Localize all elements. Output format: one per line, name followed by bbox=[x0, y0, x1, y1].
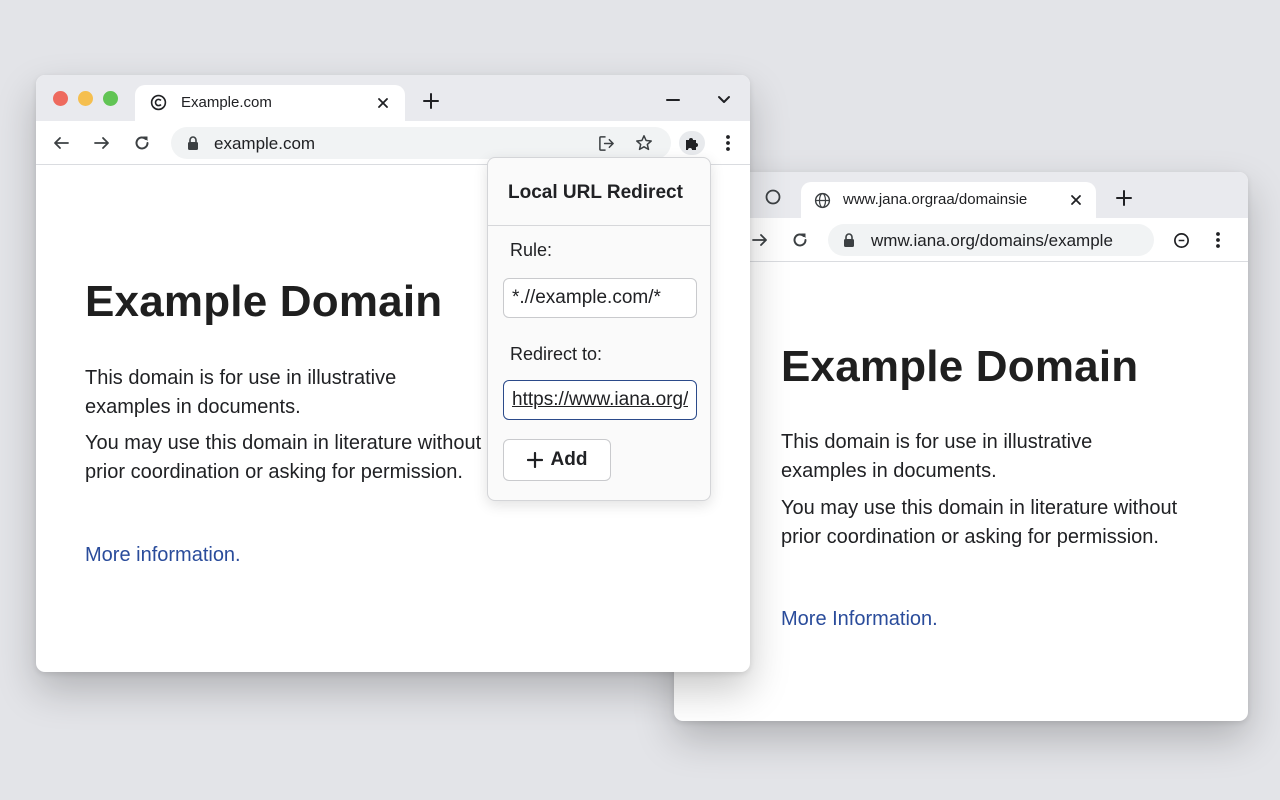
page-heading: Example Domain bbox=[781, 342, 1139, 391]
chevron-down-icon[interactable] bbox=[714, 90, 734, 110]
new-tab-plus-icon[interactable] bbox=[421, 91, 441, 111]
lock-icon bbox=[186, 135, 200, 151]
globe-icon bbox=[813, 191, 831, 209]
forward-arrow-icon[interactable] bbox=[750, 230, 770, 250]
page-paragraph-2: You may use this domain in literature wi… bbox=[85, 432, 482, 483]
rule-label: Rule: bbox=[510, 240, 553, 260]
page-paragraph-1: This domain is for use in illustrative e… bbox=[85, 367, 397, 418]
copyright-circle-icon bbox=[149, 93, 167, 111]
tab-strip: www.jana.orgraa/domainsie bbox=[674, 172, 1248, 218]
add-button-label: Add bbox=[550, 449, 588, 470]
toolbar: wmw.iana.org/domains/example bbox=[674, 218, 1248, 262]
tab-title: www.jana.orgraa/domainsie bbox=[843, 191, 1028, 208]
url-text: example.com bbox=[214, 134, 316, 153]
rule-input[interactable] bbox=[503, 278, 697, 318]
maximize-window-button[interactable] bbox=[103, 91, 118, 106]
extension-popup: Local URL Redirect Rule: Redirect to: Ad… bbox=[487, 157, 711, 501]
page-paragraph-2: You may use this domain in literature wi… bbox=[781, 497, 1178, 548]
tab-strip: Example.com bbox=[36, 75, 750, 121]
address-bar[interactable]: example.com bbox=[171, 127, 671, 159]
close-icon[interactable] bbox=[374, 94, 392, 112]
kebab-menu-icon[interactable] bbox=[1208, 230, 1228, 250]
reload-icon[interactable] bbox=[132, 133, 152, 153]
tab-active[interactable]: www.jana.orgraa/domainsie bbox=[801, 182, 1096, 218]
minimize-window-button[interactable] bbox=[78, 91, 93, 106]
puzzle-icon[interactable] bbox=[679, 131, 705, 155]
tab-title: Example.com bbox=[181, 94, 272, 111]
close-icon[interactable] bbox=[1067, 191, 1085, 209]
page-heading: Example Domain bbox=[85, 277, 443, 326]
more-information-link[interactable]: More Information. bbox=[781, 608, 938, 631]
address-bar[interactable]: wmw.iana.org/domains/example bbox=[828, 224, 1154, 256]
circle-icon[interactable] bbox=[764, 188, 782, 206]
close-window-button[interactable] bbox=[53, 91, 68, 106]
page-paragraph-1: This domain is for use in illustrative e… bbox=[781, 431, 1093, 482]
lock-icon bbox=[842, 232, 856, 248]
new-tab-plus-icon[interactable] bbox=[1114, 188, 1134, 208]
redirect-label: Redirect to: bbox=[510, 344, 603, 364]
tab-active[interactable]: Example.com bbox=[135, 85, 405, 121]
back-arrow-icon[interactable] bbox=[51, 133, 71, 153]
popup-title: Local URL Redirect bbox=[508, 182, 683, 203]
popup-divider bbox=[488, 225, 710, 226]
more-information-link[interactable]: More information. bbox=[85, 544, 241, 567]
reload-icon[interactable] bbox=[790, 230, 810, 250]
kebab-menu-icon[interactable] bbox=[718, 133, 738, 153]
plus-icon bbox=[526, 452, 543, 468]
add-rule-button[interactable]: Add bbox=[503, 439, 611, 481]
minimize-icon[interactable] bbox=[663, 90, 683, 110]
redirect-input[interactable] bbox=[503, 380, 697, 420]
browser-window-back: www.jana.orgraa/domainsie wmw.iana.org/d… bbox=[674, 172, 1248, 721]
extension-circle-icon[interactable] bbox=[1171, 230, 1191, 250]
forward-arrow-icon[interactable] bbox=[92, 133, 112, 153]
share-icon[interactable] bbox=[596, 133, 616, 153]
star-icon[interactable] bbox=[634, 133, 654, 153]
url-text: wmw.iana.org/domains/example bbox=[871, 231, 1113, 250]
